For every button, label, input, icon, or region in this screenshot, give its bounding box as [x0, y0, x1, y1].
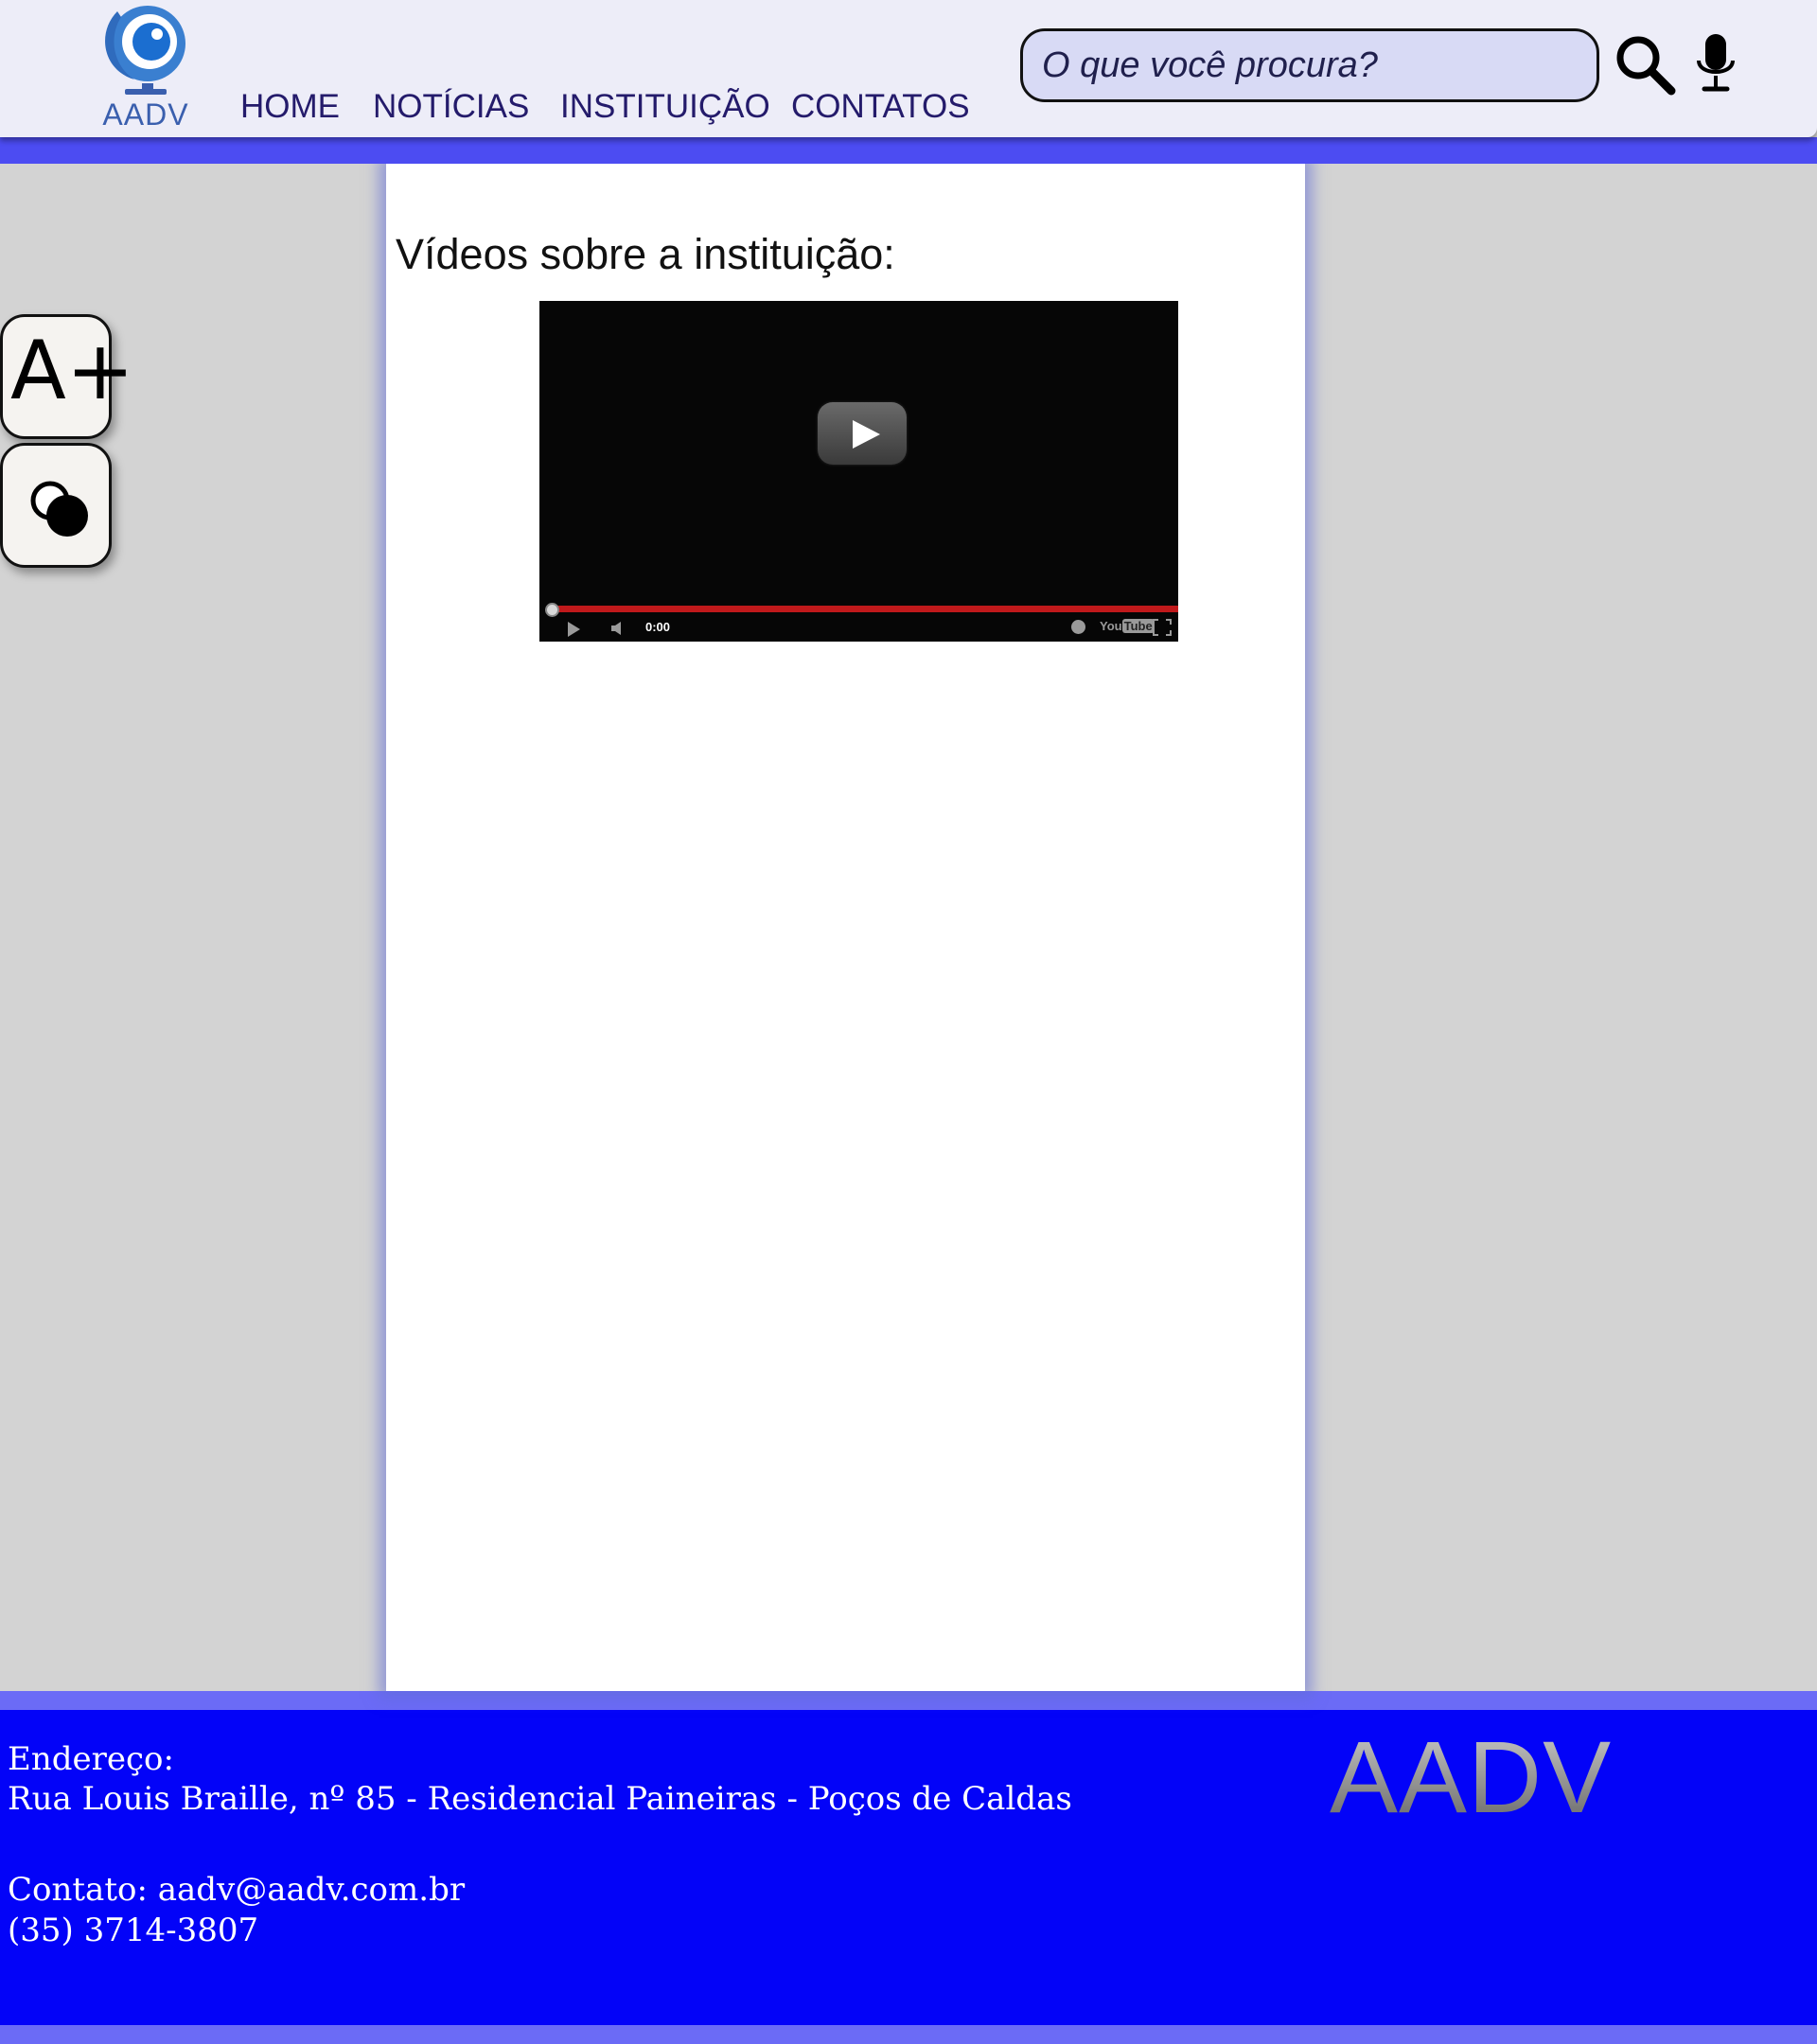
video-player[interactable]: 0:00 You Tube — [539, 301, 1178, 642]
video-time: 0:00 — [645, 620, 671, 634]
youtube-logo[interactable]: You Tube — [1100, 619, 1155, 633]
address-label: Endereço: — [8, 1740, 174, 1778]
fullscreen-icon[interactable] — [1153, 619, 1172, 636]
increase-font-label: A+ — [10, 324, 134, 418]
watch-later-icon[interactable] — [1071, 620, 1085, 634]
nav-item-noticias[interactable]: NOTÍCIAS — [373, 88, 529, 126]
logo[interactable]: AADV — [93, 0, 197, 132]
volume-icon[interactable] — [609, 621, 625, 636]
site-header: AADV HOME NOTÍCIAS INSTITUIÇÃO CONTATOS — [0, 0, 1817, 137]
search-icon[interactable] — [1614, 34, 1677, 97]
eye-globe-logo-icon — [105, 6, 185, 95]
video-progress-bar[interactable] — [551, 606, 1178, 612]
youtube-logo-you: You — [1100, 619, 1122, 633]
video-play-button[interactable] — [818, 402, 907, 465]
logo-text: AADV — [102, 97, 189, 132]
address-text: Rua Louis Braille, nº 85 - Residencial P… — [8, 1780, 1072, 1818]
nav-item-instituicao[interactable]: INSTITUIÇÃO — [560, 88, 770, 126]
search-input[interactable] — [1020, 28, 1599, 102]
increase-font-button[interactable]: A+ — [0, 314, 134, 439]
header-accent-band — [0, 137, 1817, 164]
footer-bottom-band — [0, 2025, 1817, 2044]
footer-accent-band — [0, 1691, 1817, 1710]
page-title: Vídeos sobre a instituição: — [396, 230, 895, 278]
play-icon[interactable] — [568, 622, 580, 637]
contact-phone: (35) 3714-3807 — [8, 1912, 259, 1949]
site-footer: Endereço: Rua Louis Braille, nº 85 - Res… — [0, 1710, 1817, 2025]
contrast-button[interactable] — [0, 443, 112, 568]
youtube-logo-tube: Tube — [1121, 619, 1155, 633]
footer-brand: AADV — [1330, 1719, 1613, 1834]
nav-item-contatos[interactable]: CONTATOS — [791, 88, 970, 126]
main-content: Vídeos sobre a instituição: 0:00 You Tube — [386, 164, 1305, 1691]
nav-item-home[interactable]: HOME — [240, 88, 340, 126]
video-controls: 0:00 You Tube — [539, 613, 1178, 642]
microphone-icon[interactable] — [1694, 32, 1738, 95]
contrast-icon — [30, 481, 88, 537]
contact-email: Contato: aadv@aadv.com.br — [8, 1871, 466, 1909]
